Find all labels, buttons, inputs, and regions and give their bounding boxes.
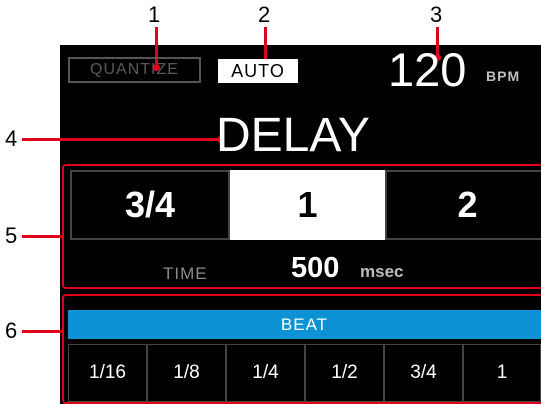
beat-cell-1-2[interactable]: 1/2 [305,344,384,402]
beat-value-row: 3/4 1 2 [70,170,541,240]
beat-cell-1-4[interactable]: 1/4 [226,344,305,402]
beat-cell-1[interactable]: 1 [463,344,541,402]
time-value: 500 [291,252,340,284]
callout-4: 4 [5,126,18,151]
beat-cell-1-16[interactable]: 1/16 [68,344,147,402]
beat-grid: 1/16 1/8 1/4 1/2 3/4 1 [68,344,541,402]
beat-value-next[interactable]: 2 [385,170,541,240]
bpm-unit: BPM [486,68,521,84]
callout-6-line [22,330,64,333]
time-unit: msec [360,262,404,281]
beat-cell-1-8[interactable]: 1/8 [147,344,226,402]
callout-4-line [22,138,220,141]
auto-indicator: AUTO [218,59,298,83]
callout-5-line [22,235,64,238]
beat-header: BEAT [68,310,541,339]
callout-5: 5 [5,223,18,248]
beat-cell-3-4[interactable]: 3/4 [384,344,463,402]
time-label: TIME [163,264,208,283]
quantize-indicator: QUANTIZE [68,57,201,83]
beat-value-prev[interactable]: 3/4 [70,170,230,240]
effect-name: DELAY [216,109,370,162]
bpm-value: 120 [388,43,467,96]
callout-3: 3 [430,2,443,27]
callout-6: 6 [5,318,18,343]
callout-1: 1 [148,2,161,27]
callout-2: 2 [258,2,271,27]
beat-value-current[interactable]: 1 [230,170,385,240]
